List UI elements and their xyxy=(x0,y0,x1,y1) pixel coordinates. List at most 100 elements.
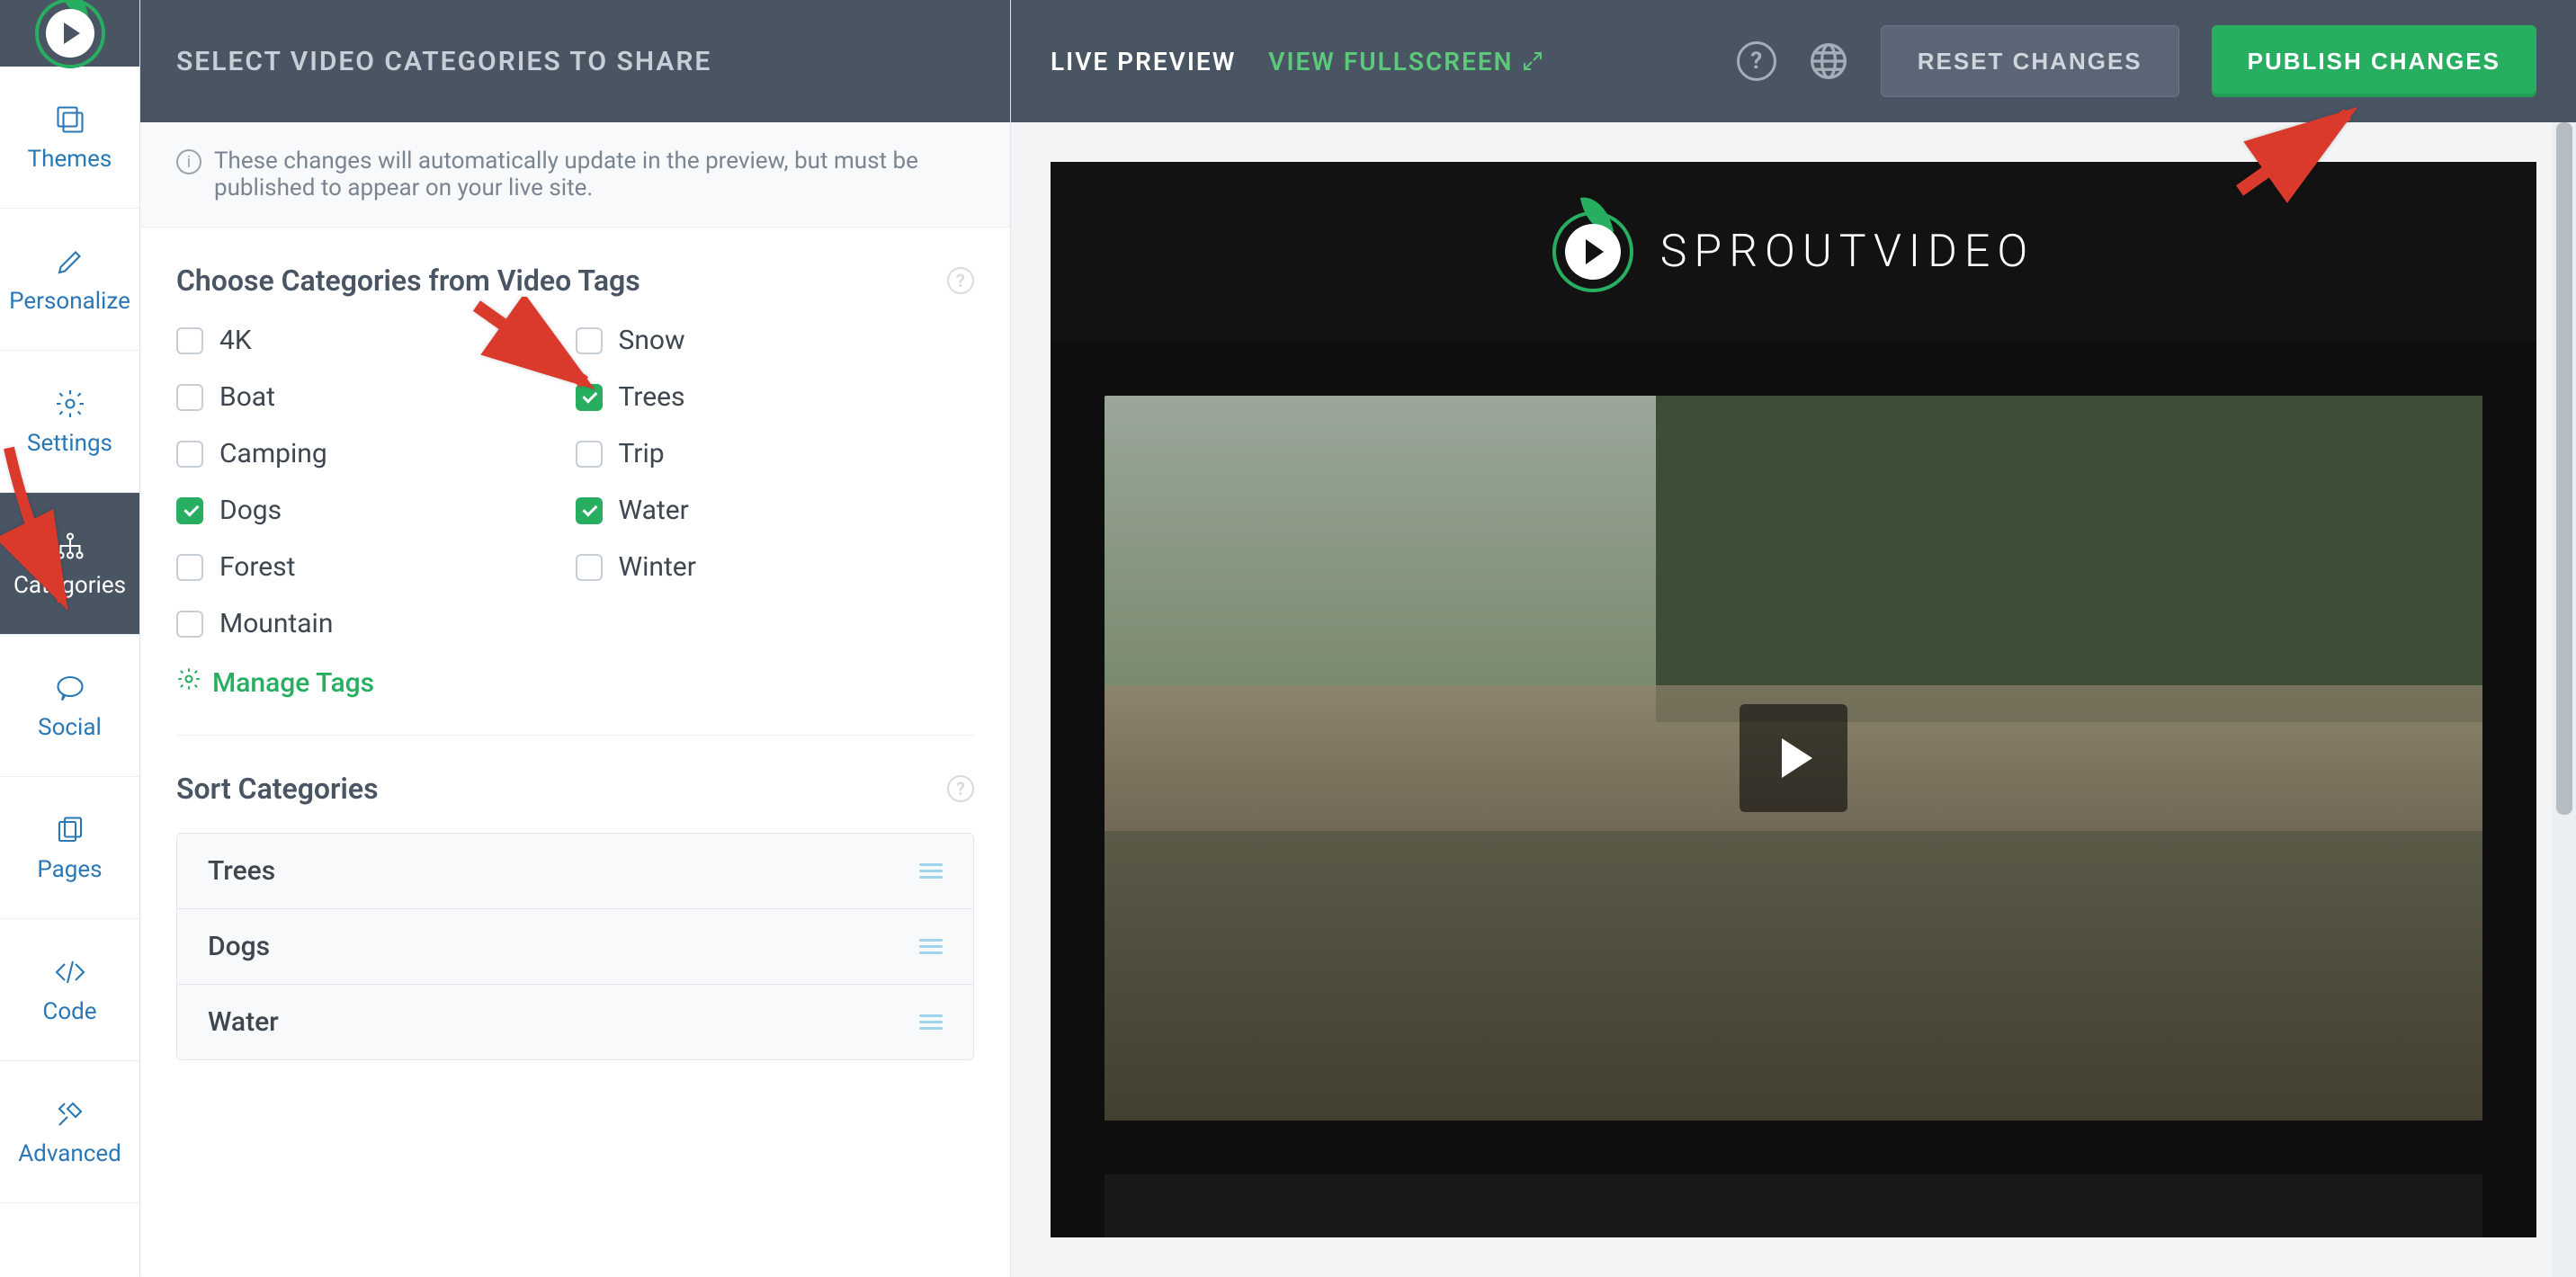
category-checkbox-camping[interactable]: Camping xyxy=(176,438,576,469)
site-header: SPROUTVIDEO xyxy=(1051,162,2536,342)
info-icon: i xyxy=(176,149,201,174)
sort-item-label: Trees xyxy=(208,855,275,887)
category-label: Snow xyxy=(619,325,685,356)
brand-logo-box xyxy=(0,0,139,67)
preview-area: LIVE PREVIEW VIEW FULLSCREEN ? RESET CHA… xyxy=(1011,0,2576,1277)
sort-item-label: Water xyxy=(208,1006,279,1038)
checkbox-icon xyxy=(576,441,603,468)
checkbox-icon xyxy=(176,327,203,354)
panel-header: SELECT VIDEO CATEGORIES TO SHARE xyxy=(140,0,1010,122)
manage-tags-label: Manage Tags xyxy=(212,667,374,699)
expand-icon xyxy=(1522,50,1543,72)
sort-item[interactable]: Trees xyxy=(177,834,973,909)
view-fullscreen-link[interactable]: VIEW FULLSCREEN xyxy=(1268,47,1543,76)
sidebar-item-pages[interactable]: Pages xyxy=(0,777,139,919)
panel-title: SELECT VIDEO CATEGORIES TO SHARE xyxy=(176,46,711,77)
site-preview: SPROUTVIDEO xyxy=(1051,162,2536,1237)
play-button-icon[interactable] xyxy=(1740,704,1847,812)
gear-icon xyxy=(176,666,201,699)
sort-title: Sort Categories xyxy=(176,772,379,806)
help-icon[interactable]: ? xyxy=(1737,41,1776,81)
pencil-icon xyxy=(53,245,87,279)
category-label: Dogs xyxy=(219,495,282,526)
video-player[interactable] xyxy=(1105,396,2482,1121)
sidebar-item-personalize[interactable]: Personalize xyxy=(0,209,139,351)
help-icon[interactable]: ? xyxy=(947,267,974,294)
checkbox-icon xyxy=(176,441,203,468)
info-text: These changes will automatically update … xyxy=(214,147,974,201)
category-grid: 4K Snow Boat Trees Camping Trip Dogs Water Fores… xyxy=(176,325,974,639)
category-checkbox-boat[interactable]: Boat xyxy=(176,381,576,413)
view-fullscreen-label: VIEW FULLSCREEN xyxy=(1268,47,1513,76)
category-checkbox-snow[interactable]: Snow xyxy=(576,325,975,356)
checkbox-icon xyxy=(176,384,203,411)
publish-changes-button[interactable]: PUBLISH CHANGES xyxy=(2212,25,2536,97)
sort-item[interactable]: Water xyxy=(177,985,973,1059)
category-checkbox-dogs[interactable]: Dogs xyxy=(176,495,576,526)
sort-list: Trees Dogs Water xyxy=(176,833,974,1060)
site-brand-name: SPROUTVIDEO xyxy=(1660,226,2035,278)
sidebar-item-settings[interactable]: Settings xyxy=(0,351,139,493)
sort-item-label: Dogs xyxy=(208,931,270,962)
sidebar-item-label: Categories xyxy=(13,572,126,599)
category-checkbox-winter[interactable]: Winter xyxy=(576,551,975,583)
drag-handle-icon[interactable] xyxy=(919,1014,943,1030)
sidebar-item-code[interactable]: Code xyxy=(0,919,139,1061)
sidebar-item-social[interactable]: Social xyxy=(0,635,139,777)
sort-item[interactable]: Dogs xyxy=(177,909,973,985)
scrollbar-thumb[interactable] xyxy=(2556,122,2572,815)
category-label: Trees xyxy=(619,381,685,413)
category-checkbox-forest[interactable]: Forest xyxy=(176,551,576,583)
drag-handle-icon[interactable] xyxy=(919,939,943,954)
sidebar-item-label: Code xyxy=(42,998,96,1025)
chat-icon xyxy=(53,671,87,705)
help-icon[interactable]: ? xyxy=(947,775,974,802)
themes-icon xyxy=(53,103,87,137)
code-icon xyxy=(53,955,87,989)
category-checkbox-trees[interactable]: Trees xyxy=(576,381,975,413)
category-label: Boat xyxy=(219,381,275,413)
checkbox-icon xyxy=(576,554,603,581)
checkbox-icon xyxy=(176,611,203,638)
sidebar-item-label: Advanced xyxy=(18,1140,121,1167)
checkbox-icon xyxy=(576,497,603,524)
category-label: Forest xyxy=(219,551,295,583)
reset-changes-button[interactable]: RESET CHANGES xyxy=(1881,25,2179,97)
preview-canvas: SPROUTVIDEO xyxy=(1011,122,2576,1277)
category-label: Trip xyxy=(619,438,665,469)
sidebar-item-label: Pages xyxy=(37,856,102,883)
sidebar-item-categories[interactable]: Categories xyxy=(0,493,139,635)
checkbox-icon xyxy=(576,384,603,411)
category-label: Mountain xyxy=(219,608,333,639)
edit-panel: SELECT VIDEO CATEGORIES TO SHARE i These… xyxy=(140,0,1011,1277)
site-brand-logo xyxy=(1552,211,1633,292)
sidebar-item-label: Themes xyxy=(28,146,112,173)
checkbox-icon xyxy=(176,497,203,524)
sidebar-item-advanced[interactable]: Advanced xyxy=(0,1061,139,1203)
sitemap-icon xyxy=(53,529,87,563)
brand-logo xyxy=(35,0,105,68)
sidebar-item-label: Social xyxy=(38,714,102,741)
sidebar: Themes Personalize Settings Categories S… xyxy=(0,0,140,1277)
category-checkbox-4k[interactable]: 4K xyxy=(176,325,576,356)
sidebar-item-themes[interactable]: Themes xyxy=(0,67,139,209)
category-checkbox-water[interactable]: Water xyxy=(576,495,975,526)
category-label: 4K xyxy=(219,325,252,356)
drag-handle-icon[interactable] xyxy=(919,863,943,879)
category-label: Water xyxy=(619,495,689,526)
sidebar-item-label: Personalize xyxy=(9,288,130,315)
preview-scrollbar[interactable] xyxy=(2553,122,2576,1277)
choose-title: Choose Categories from Video Tags xyxy=(176,263,640,298)
sidebar-items: Themes Personalize Settings Categories S… xyxy=(0,67,139,1203)
pages-icon xyxy=(53,813,87,847)
checkbox-icon xyxy=(576,327,603,354)
category-checkbox-trip[interactable]: Trip xyxy=(576,438,975,469)
info-banner: i These changes will automatically updat… xyxy=(140,122,1010,228)
choose-section: Choose Categories from Video Tags ? 4K Sn… xyxy=(140,228,1010,735)
gear-icon xyxy=(53,387,87,421)
category-label: Camping xyxy=(219,438,327,469)
manage-tags-link[interactable]: Manage Tags xyxy=(176,666,974,699)
globe-icon[interactable] xyxy=(1809,41,1848,81)
category-checkbox-mountain[interactable]: Mountain xyxy=(176,608,576,639)
tools-icon xyxy=(53,1097,87,1131)
